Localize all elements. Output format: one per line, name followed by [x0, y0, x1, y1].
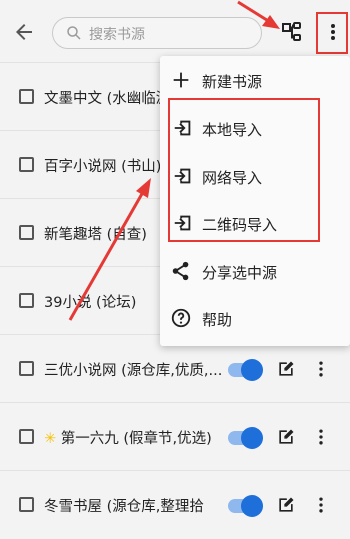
highlight-box-more [316, 12, 348, 54]
enable-toggle[interactable] [228, 495, 263, 517]
more-vert-icon[interactable] [311, 495, 331, 515]
source-name: 文墨中文 (水幽临渊 [44, 91, 171, 107]
checkbox[interactable] [19, 361, 34, 376]
toggle-knob [241, 427, 263, 449]
enable-toggle[interactable] [228, 359, 263, 381]
plus-icon [173, 72, 189, 88]
top-bar: 搜索书源 [0, 0, 350, 62]
highlight-box-import [168, 98, 320, 242]
sparkle-icon: ✳ [44, 431, 57, 447]
search-placeholder: 搜索书源 [89, 27, 145, 43]
share-icon [172, 261, 189, 281]
checkbox[interactable] [19, 89, 34, 104]
more-vert-icon[interactable] [311, 359, 331, 379]
edit-icon[interactable] [276, 359, 296, 379]
more-vert-icon[interactable] [311, 427, 331, 447]
source-name-text: 第一六九 (假章节,优选) [60, 431, 212, 447]
checkbox[interactable] [19, 497, 34, 512]
toggle-knob [241, 359, 263, 381]
source-name: 39小说 (论坛) [44, 295, 137, 311]
source-name: 三优小说网 (源仓库,优质,... [44, 363, 223, 379]
menu-item-label: 帮助 [202, 311, 233, 329]
menu-item-share-selected[interactable]: 分享选中源 [160, 250, 350, 294]
source-name: 新笔趣塔 (自查) [44, 227, 147, 243]
checkbox[interactable] [19, 225, 34, 240]
checkbox[interactable] [19, 293, 34, 308]
source-name: 百字小说网 (书山) [44, 159, 162, 175]
help-icon [171, 308, 191, 328]
toggle-knob [241, 495, 263, 517]
menu-item-label: 新建书源 [202, 73, 263, 91]
search-icon [67, 26, 81, 40]
menu-item-help[interactable]: 帮助 [160, 297, 350, 341]
menu-item-new-source[interactable]: 新建书源 [160, 59, 350, 103]
enable-toggle[interactable] [228, 427, 263, 449]
back-arrow-icon[interactable] [12, 20, 36, 44]
source-name: ✳ 第一六九 (假章节,优选) [44, 427, 212, 448]
list-item[interactable]: ✳ 第一六九 (假章节,优选) [0, 402, 350, 471]
edit-icon[interactable] [276, 427, 296, 447]
checkbox[interactable] [19, 157, 34, 172]
search-input[interactable]: 搜索书源 [52, 17, 262, 49]
edit-icon[interactable] [276, 495, 296, 515]
source-name: 冬雪书屋 (源仓库,整理拾 [44, 499, 204, 515]
menu-item-label: 分享选中源 [202, 264, 278, 282]
list-item[interactable]: 冬雪书屋 (源仓库,整理拾 [0, 470, 350, 539]
group-icon[interactable] [280, 20, 304, 44]
checkbox[interactable] [19, 429, 34, 444]
